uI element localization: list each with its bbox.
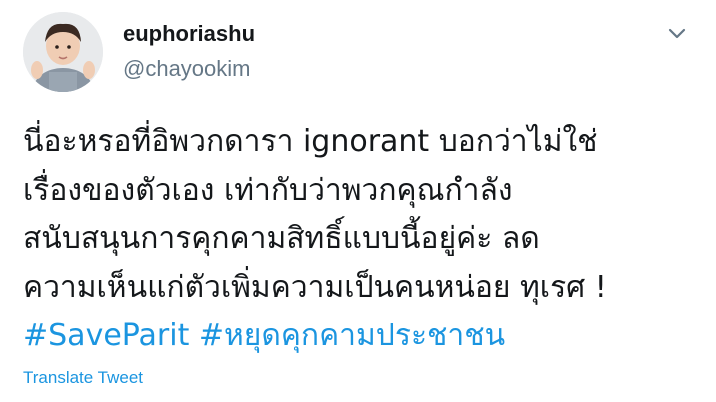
author-username[interactable]: @chayookim — [123, 55, 251, 83]
tweet-text-line: เรื่องของตัวเอง เท่ากับว่าพวกคุณกำลัง — [23, 172, 513, 208]
hashtag-stop-harassing-people[interactable]: #หยุดคุกคามประชาชน — [199, 318, 505, 353]
translate-tweet-link[interactable]: Translate Tweet — [23, 367, 143, 389]
hashtag-line: #SaveParit #หยุดคุกคามประชาชน — [23, 312, 703, 361]
hashtag-saveparit[interactable]: #SaveParit — [23, 318, 189, 353]
tweet-text-line: นี่อะหรอที่อิพวกดารา ignorant บอกว่าไม่ใ… — [23, 124, 598, 159]
author-display-name[interactable]: euphoriashu — [123, 20, 255, 48]
chevron-down-icon[interactable] — [664, 20, 690, 46]
tweet-text: นี่อะหรอที่อิพวกดารา ignorant บอกว่าไม่ใ… — [23, 118, 703, 361]
tweet-text-line: ความเห็นแก่ตัวเพิ่มความเป็นคนหน่อย ทุเรศ… — [23, 269, 607, 305]
tweet-card: euphoriashu @chayookim นี่อะหรอที่อิพวกด… — [0, 0, 716, 402]
avatar[interactable] — [23, 12, 103, 92]
avatar-photo — [23, 12, 103, 92]
tweet-text-line: สนับสนุนการคุกคามสิทธิ์แบบนี้อยู่ค่ะ ลด — [23, 221, 540, 256]
